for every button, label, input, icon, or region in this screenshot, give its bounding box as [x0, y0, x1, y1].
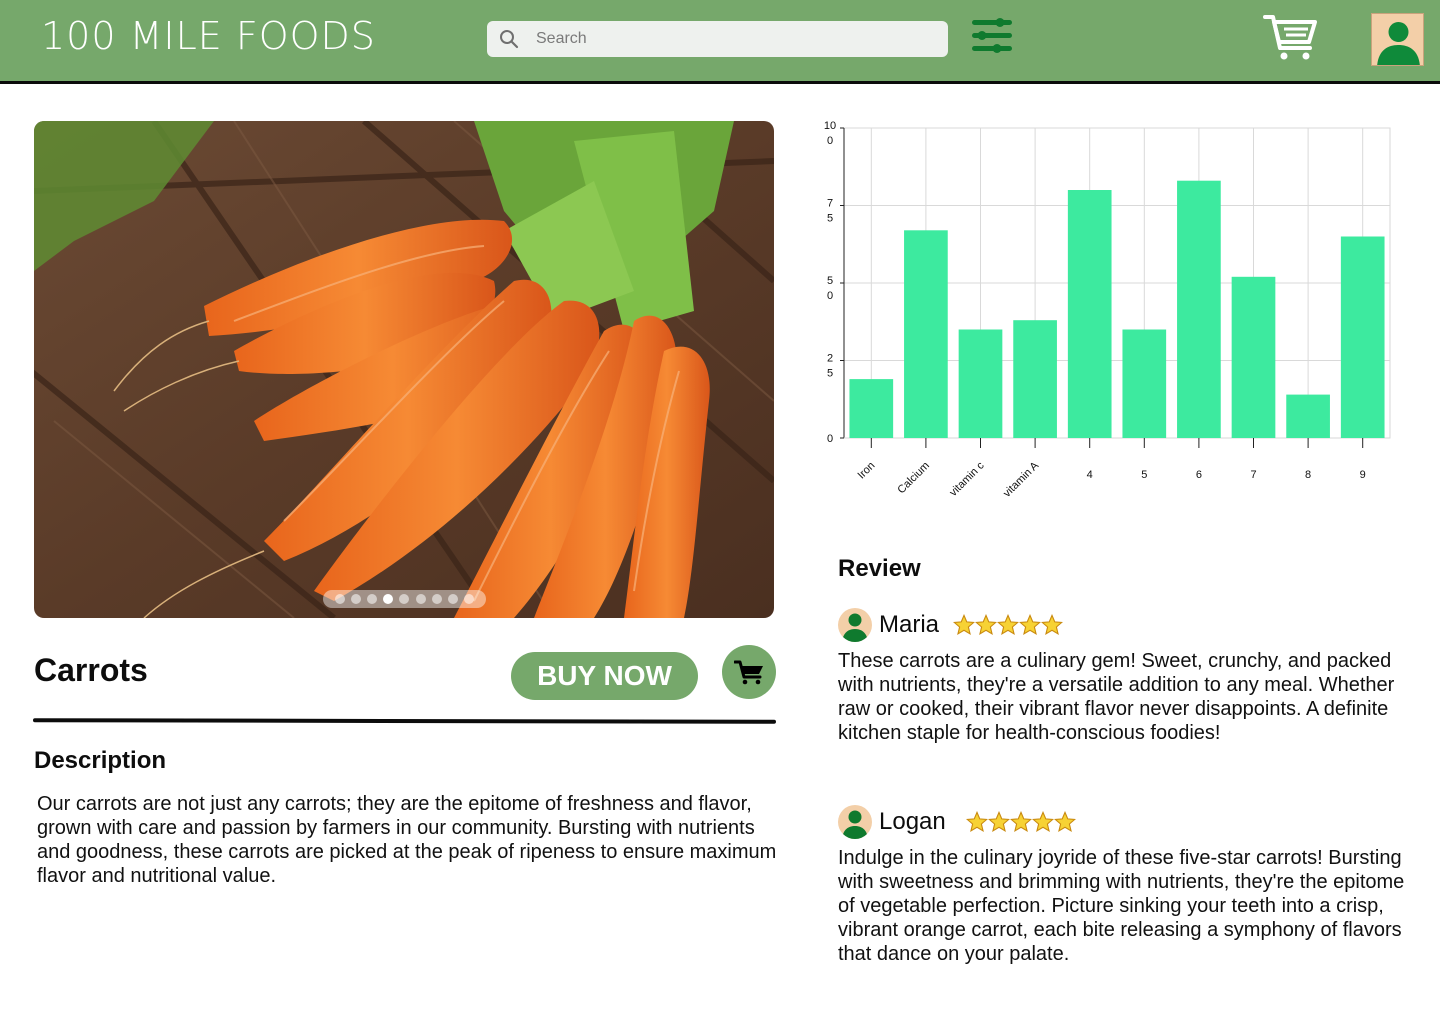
chart-bar: [1067, 190, 1112, 438]
star-icon: [953, 614, 976, 636]
chart-bar: [904, 230, 948, 438]
buy-now-button[interactable]: BUY NOW: [511, 652, 698, 700]
filter-sliders-icon[interactable]: [970, 16, 1014, 56]
carousel-dot[interactable]: [367, 594, 378, 604]
cart-icon: [734, 660, 763, 685]
star-icon: [1041, 614, 1064, 636]
site-logo[interactable]: 100 MILE FOODS: [41, 14, 376, 58]
star-icon: [987, 811, 1010, 833]
y-tick-label: 75: [827, 198, 833, 225]
cart-icon[interactable]: [1262, 12, 1318, 62]
user-icon: [1377, 22, 1420, 65]
chart-bar: [958, 329, 1003, 438]
x-tick-label: 9: [1360, 469, 1366, 481]
x-tick-label: 4: [1087, 469, 1093, 481]
x-tick-label: 5: [1141, 469, 1147, 481]
chart-bar: [1231, 276, 1276, 438]
chart-bar: [1177, 180, 1221, 438]
user-icon: [842, 810, 868, 839]
x-tick-label: 8: [1305, 469, 1311, 481]
chart-bar: [849, 379, 894, 438]
carousel-dot[interactable]: [447, 594, 458, 604]
search-box[interactable]: [487, 21, 948, 57]
section-divider: [32, 718, 777, 724]
star-icon: [1019, 614, 1042, 636]
y-tick-label: 25: [827, 353, 833, 380]
carousel-dots: [323, 590, 486, 608]
x-tick-label: 7: [1250, 469, 1256, 481]
carousel-dot[interactable]: [399, 594, 410, 604]
x-tick-label: vitamin c: [947, 459, 987, 499]
star-rating: [953, 614, 1064, 636]
star-icon: [1053, 811, 1076, 833]
reviewer-name: Logan: [879, 808, 946, 835]
nutrition-bar-chart: 02 55 07 510 0Iron Calcium vitamin c vitamin A4…: [824, 120, 1391, 500]
x-tick-label: vitamin A: [1001, 459, 1042, 500]
carousel-dot[interactable]: [335, 594, 346, 604]
star-icon: [997, 614, 1020, 636]
x-tick-label: Iron: [856, 460, 878, 482]
review-heading: Review: [838, 555, 921, 582]
add-to-cart-button[interactable]: [722, 645, 776, 699]
review-text: These carrots are a culinary gem! Sweet,…: [838, 650, 1395, 744]
star-icon: [965, 811, 988, 833]
reviewer-name: Maria: [879, 611, 940, 638]
search-icon: [500, 30, 519, 49]
review-item: Maria These carrots are a culinary gem! …: [838, 607, 1408, 745]
y-tick-label: 0: [827, 433, 833, 445]
carousel-dot[interactable]: [415, 594, 426, 604]
product-image-carousel[interactable]: [34, 121, 774, 618]
y-tick-label: 10 0: [824, 120, 836, 147]
description-heading: Description: [34, 747, 167, 774]
chart-bar: [1013, 320, 1057, 438]
star-icon: [1031, 811, 1054, 833]
carousel-dot[interactable]: [351, 594, 362, 604]
user-icon: [842, 613, 868, 642]
description-text: Our carrots are not just any carrots; th…: [37, 793, 777, 887]
carrots-photo: [34, 121, 774, 618]
carousel-dot[interactable]: [383, 594, 394, 604]
reviewer-avatar: [838, 608, 872, 642]
review-item: Logan Indulge in the culinary joyride of…: [838, 804, 1408, 966]
y-tick-label: 50: [827, 275, 833, 302]
chart-bar: [1286, 394, 1330, 438]
carousel-dot[interactable]: [431, 594, 442, 604]
star-icon: [1009, 811, 1032, 833]
user-avatar-button[interactable]: [1371, 13, 1424, 66]
star-icon: [975, 614, 998, 636]
top-nav-bar: 100 MILE FOODS: [0, 0, 1440, 84]
x-tick-label: 6: [1196, 469, 1202, 481]
chart-bar: [1122, 329, 1167, 438]
review-text: Indulge in the culinary joyride of these…: [838, 847, 1405, 965]
carousel-dot[interactable]: [463, 594, 474, 604]
search-input[interactable]: [536, 30, 916, 48]
product-title: Carrots: [34, 652, 148, 688]
reviewer-avatar: [838, 805, 872, 839]
x-tick-label: Calcium: [895, 460, 932, 497]
star-rating: [965, 811, 1076, 833]
chart-bar: [1340, 236, 1385, 438]
